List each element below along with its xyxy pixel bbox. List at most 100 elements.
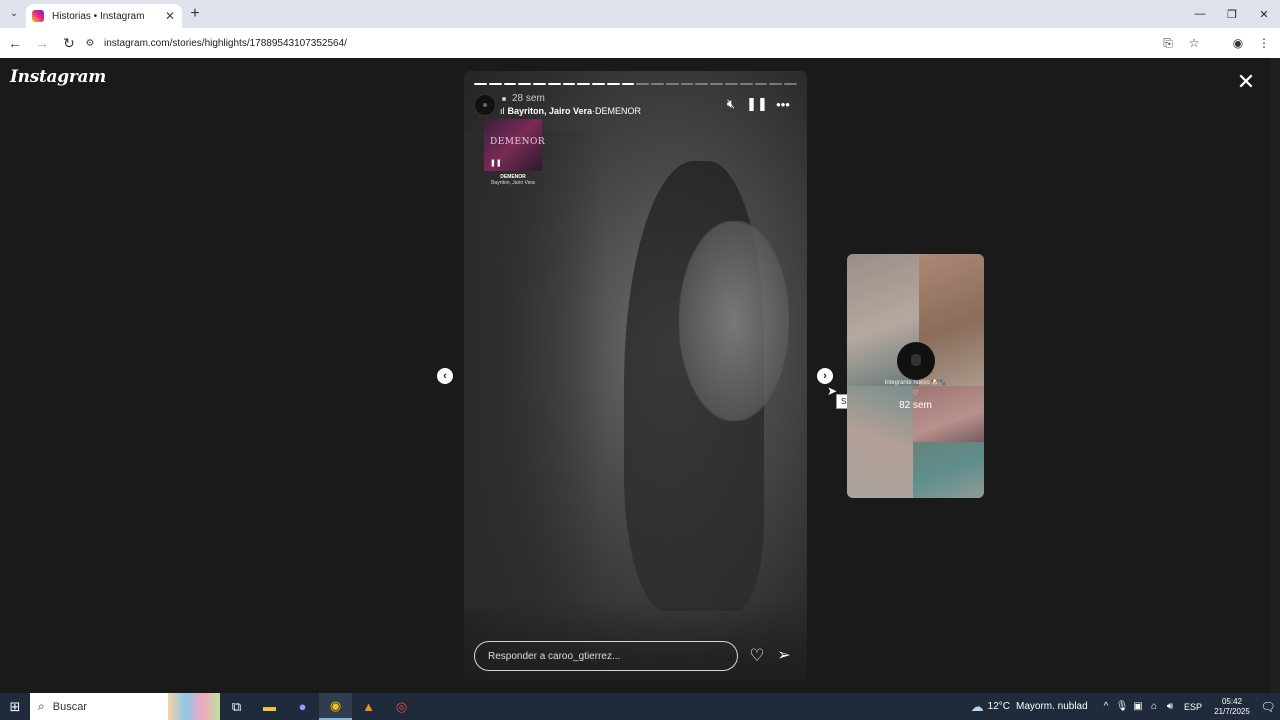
windows-taskbar: ⊞ ⌕ Buscar ⧉ ▬ ● ◉ ▲ ◎ ☁ 12°C Mayorm. nu… xyxy=(0,693,1280,720)
send-icon[interactable]: ➢ xyxy=(775,646,793,666)
page-scrollbar[interactable] xyxy=(1270,58,1280,693)
task-view-icon[interactable]: ⧉ xyxy=(220,693,253,720)
reply-input[interactable]: Responder a caroo_gtierrez... xyxy=(474,641,738,671)
weather-desc[interactable]: Mayorm. nublado xyxy=(1016,701,1088,712)
close-window-button[interactable]: ✕ xyxy=(1248,0,1280,28)
mute-icon[interactable]: 🔇︎ xyxy=(723,95,739,113)
preview-time-ago: 82 sem xyxy=(899,400,932,411)
notifications-icon[interactable]: 🗨︎ xyxy=(1256,700,1280,714)
back-arrow-icon[interactable]: ← xyxy=(3,31,27,55)
minimize-button[interactable]: — xyxy=(1184,0,1216,28)
progress-segment xyxy=(606,83,620,85)
sticker-artist: Bayriton, Jairo Vera xyxy=(491,180,535,186)
progress-segment xyxy=(725,83,738,85)
music-attribution[interactable]: ıl Bayriton, Jairo Vera · DEMENOR xyxy=(500,106,641,116)
red-app-icon[interactable]: ◎ xyxy=(385,693,418,720)
music-sticker[interactable]: DEMENOR ❚❚ DEMENOR Bayriton, Jairo Vera xyxy=(484,119,545,199)
progress-segment xyxy=(651,83,664,85)
instagram-logo[interactable]: Instagram xyxy=(10,67,106,87)
volume-icon[interactable]: 🔊︎ xyxy=(1162,701,1178,712)
clock-date: 21/7/2025 xyxy=(1214,706,1250,716)
progress-segment xyxy=(784,83,797,85)
orange-app-icon[interactable]: ▲ xyxy=(352,693,385,720)
network-icon[interactable]: ⌂ xyxy=(1146,701,1162,712)
reply-placeholder: Responder a caroo_gtierrez... xyxy=(488,650,621,662)
progress-segment xyxy=(769,83,783,85)
progress-segment xyxy=(680,83,694,85)
progress-segment xyxy=(488,83,502,85)
music-bars-icon: ıl xyxy=(500,106,505,116)
search-icon: ⌕ xyxy=(38,699,45,713)
progress-segment xyxy=(739,83,753,85)
progress-segment xyxy=(562,83,576,85)
chrome-icon[interactable]: ◉ xyxy=(319,693,352,720)
progress-segment xyxy=(636,83,650,85)
profile-icon[interactable]: ◉ xyxy=(1228,33,1248,53)
progress-segment xyxy=(518,83,532,85)
instagram-story-viewer: Instagram ✕ 28 sem ıl Bayriton, Jairo Ve… xyxy=(0,58,1270,693)
next-story-preview[interactable]: Integrante nuevo 🐶🐾 ♡ 82 sem xyxy=(847,254,984,498)
search-label: Buscar xyxy=(52,700,87,713)
language-indicator[interactable]: ESP xyxy=(1184,702,1202,712)
pause-icon[interactable]: ❚❚ xyxy=(746,95,768,113)
chevron-up-icon[interactable]: ^ xyxy=(1098,701,1114,712)
site-info-icon[interactable]: ⚙ xyxy=(82,38,98,49)
preview-avatar xyxy=(897,342,935,380)
url-text[interactable]: instagram.com/stories/highlights/1788954… xyxy=(104,38,347,49)
close-story-button[interactable]: ✕ xyxy=(1236,71,1256,93)
progress-segment xyxy=(754,83,768,85)
weather-temp[interactable]: 12°C xyxy=(988,701,1010,712)
music-artist: Bayriton, Jairo Vera xyxy=(507,106,593,116)
progress-segment xyxy=(695,83,709,85)
menu-dots-icon[interactable]: ⋮ xyxy=(1254,33,1274,53)
microphone-icon[interactable]: 🎙︎ xyxy=(1114,701,1130,712)
progress-segment xyxy=(665,83,679,85)
more-options-icon[interactable]: ••• xyxy=(775,95,791,113)
story-time-ago: 28 sem xyxy=(512,93,545,104)
story-card[interactable]: 28 sem ıl Bayriton, Jairo Vera · DEMENOR… xyxy=(464,71,807,681)
browser-toolbar: ← → ↻ ⚙ instagram.com/stories/highlights… xyxy=(0,28,1280,58)
bookmark-star-icon[interactable]: ☆ xyxy=(1184,33,1204,53)
preview-heart-icon: ♡ xyxy=(912,390,919,397)
tab-close-icon[interactable]: ✕ xyxy=(164,9,176,23)
address-bar[interactable]: ⚙ instagram.com/stories/highlights/17889… xyxy=(82,31,1174,55)
new-tab-button[interactable]: + xyxy=(187,5,203,23)
forward-arrow-icon[interactable]: → xyxy=(30,31,54,55)
sticker-pause-icon: ❚❚ xyxy=(490,160,502,167)
weather-cloud-icon[interactable]: ☁ xyxy=(971,699,984,715)
progress-segment xyxy=(533,83,546,85)
progress-segment xyxy=(547,83,561,85)
avatar[interactable] xyxy=(474,94,496,116)
file-explorer-icon[interactable]: ▬ xyxy=(253,693,286,720)
windows-start-icon[interactable]: ⊞ xyxy=(0,693,30,720)
music-song: DEMENOR xyxy=(595,106,642,116)
album-art: DEMENOR ❚❚ xyxy=(484,119,545,171)
previous-story-button[interactable]: ‹ xyxy=(437,368,453,384)
clock[interactable]: 05:42 21/7/2025 xyxy=(1208,697,1256,717)
progress-segment xyxy=(577,83,591,85)
progress-segment xyxy=(474,83,487,85)
discord-icon[interactable]: ● xyxy=(286,693,319,720)
reload-icon[interactable]: ↻ xyxy=(57,31,81,55)
browser-tab-instagram[interactable]: Historias • Instagram ✕ xyxy=(26,4,182,28)
story-header: 28 sem ıl Bayriton, Jairo Vera · DEMENOR… xyxy=(474,93,797,117)
toolbar-actions: ⎘ ☆ ◉ ⋮ xyxy=(1158,31,1274,55)
next-story-button[interactable]: › xyxy=(817,368,833,384)
browser-tab-bar: ⌄ Historias • Instagram ✕ + — ❐ ✕ xyxy=(0,0,1280,28)
instagram-favicon-icon xyxy=(32,10,44,22)
search-highlight-art xyxy=(168,693,220,720)
meet-now-icon[interactable]: ▣ xyxy=(1130,701,1146,712)
progress-segment xyxy=(592,83,605,85)
story-controls: 🔇︎ ❚❚ ••• xyxy=(723,95,791,113)
progress-segment xyxy=(710,83,724,85)
taskbar-search[interactable]: ⌕ Buscar xyxy=(30,693,220,720)
system-tray: ☁ 12°C Mayorm. nublado ^ 🎙︎ ▣ ⌂ 🔊︎ ESP 0… xyxy=(971,693,1280,720)
preview-caption: Integrante nuevo 🐶🐾 xyxy=(884,380,947,386)
install-app-icon[interactable]: ⎘ xyxy=(1158,33,1178,53)
story-progress-bar xyxy=(474,83,797,85)
chevron-down-icon[interactable]: ⌄ xyxy=(6,6,22,22)
progress-segment xyxy=(621,83,635,85)
restore-button[interactable]: ❐ xyxy=(1216,0,1248,28)
window-controls: — ❐ ✕ xyxy=(1184,0,1280,28)
heart-icon[interactable]: ♡ xyxy=(748,646,766,666)
